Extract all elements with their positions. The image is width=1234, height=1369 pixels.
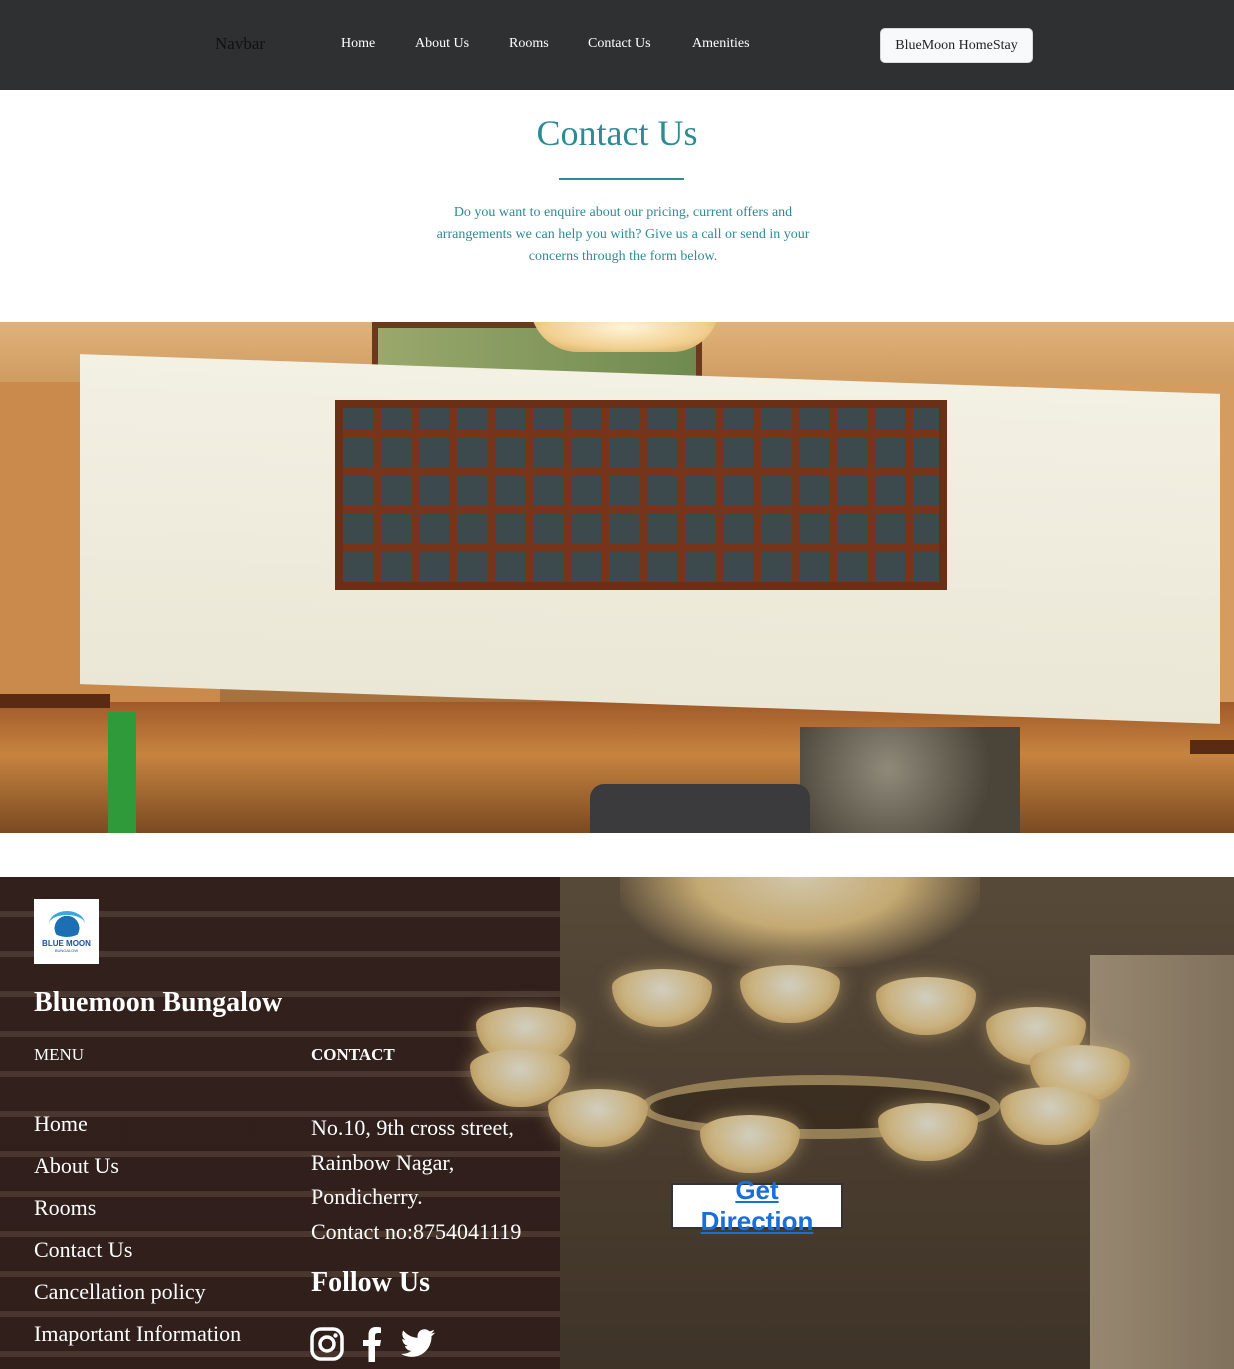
footer-menu-item: About Us: [34, 1153, 241, 1195]
address-line: Rainbow Nagar,: [311, 1149, 455, 1175]
footer-link-contact-us[interactable]: Contact Us: [34, 1237, 132, 1262]
footer: BLUE MOON BUNGALOW Bluemoon Bungalow MEN…: [0, 877, 1234, 1369]
footer-menu-heading: MENU: [34, 1045, 85, 1064]
nav-link-amenities[interactable]: Amenities: [692, 36, 750, 52]
get-direction-button[interactable]: Get Direction: [671, 1175, 843, 1236]
footer-link-important-information[interactable]: Imaportant Information: [34, 1321, 241, 1346]
footer-menu-item: Home: [34, 1111, 241, 1153]
navbar-brand[interactable]: Navbar: [215, 34, 265, 54]
nav-link-contact-us[interactable]: Contact Us: [588, 36, 651, 52]
nav-link-home[interactable]: Home: [341, 36, 375, 52]
hero-rock-fountain: [800, 727, 1020, 833]
hero-sofa: [590, 784, 810, 833]
hero-green-door: [108, 712, 136, 833]
hero-railing-left: [0, 694, 110, 708]
bluemoon-homestay-button[interactable]: BlueMoon HomeStay: [880, 28, 1033, 63]
logo-subtext: BUNGALOW: [54, 947, 79, 953]
footer-contact-heading: CONTACT: [311, 1045, 395, 1064]
footer-menu-item: Cancellation policy: [34, 1279, 241, 1321]
page-title: Contact Us: [536, 113, 698, 153]
footer-link-about-us[interactable]: About Us: [34, 1153, 119, 1178]
nav-link-about-us[interactable]: About Us: [415, 36, 469, 52]
navbar: Navbar Home About Us Rooms Contact Us Am…: [0, 0, 1234, 90]
footer-logo: BLUE MOON BUNGALOW: [34, 899, 99, 964]
logo-text: BLUE MOON: [42, 938, 91, 948]
footer-menu-item: Contact Us: [34, 1237, 241, 1279]
twitter-icon[interactable]: [400, 1325, 436, 1363]
hero-railing-right: [1190, 740, 1234, 754]
nav-link-rooms[interactable]: Rooms: [509, 36, 549, 52]
footer-menu-item: Rooms: [34, 1195, 241, 1237]
footer-menu-list: Home About Us Rooms Contact Us Cancellat…: [34, 1111, 241, 1363]
footer-address: No.10, 9th cross street, Rainbow Nagar, …: [311, 1111, 521, 1249]
follow-us-heading: Follow Us: [311, 1267, 430, 1298]
instagram-icon[interactable]: [310, 1325, 344, 1363]
facebook-icon[interactable]: [360, 1325, 384, 1363]
hero-ceiling-lamp: [530, 322, 720, 352]
hero-lattice-grille: [343, 408, 939, 582]
address-line: No.10, 9th cross street,: [311, 1115, 514, 1140]
address-line: Pondicherry.: [311, 1184, 423, 1209]
intro-text: Do you want to enquire about our pricing…: [436, 205, 810, 264]
moon-logo-icon: [48, 910, 85, 937]
footer-link-home[interactable]: Home: [34, 1111, 88, 1136]
footer-brand-name: Bluemoon Bungalow: [34, 987, 283, 1018]
hero-image: [0, 322, 1234, 833]
title-divider: [559, 178, 684, 180]
footer-menu-item: Imaportant Information: [34, 1321, 241, 1363]
footer-link-rooms[interactable]: Rooms: [34, 1195, 96, 1220]
contact-number: Contact no:8754041119: [311, 1218, 522, 1244]
footer-link-cancellation-policy[interactable]: Cancellation policy: [34, 1279, 206, 1304]
